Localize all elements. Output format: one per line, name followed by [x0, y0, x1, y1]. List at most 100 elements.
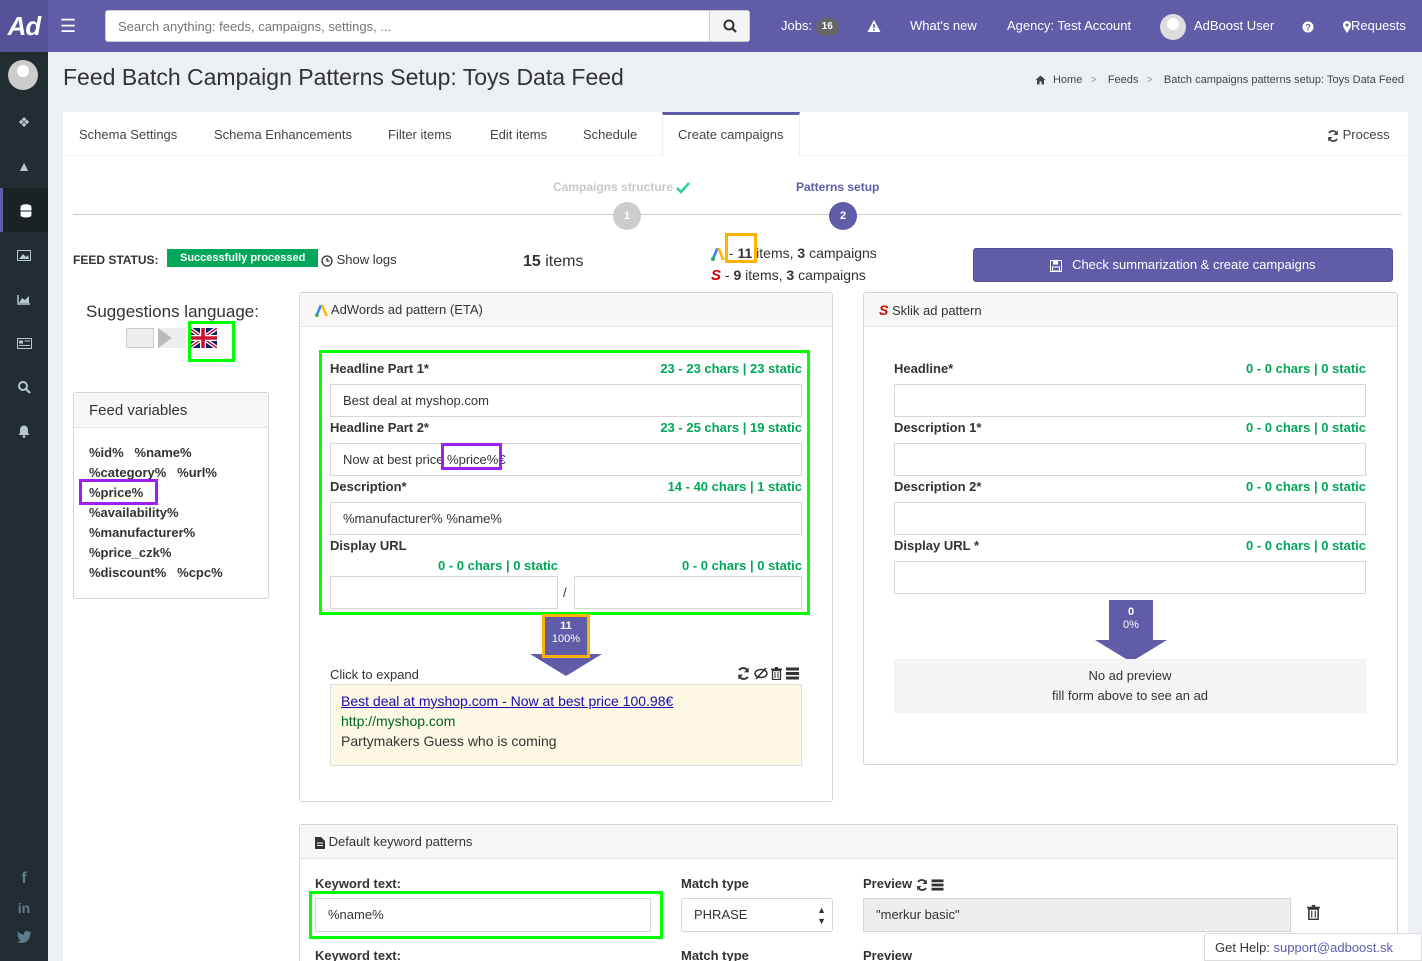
- keyword-preview-label-2: Preview: [863, 948, 913, 961]
- bell-icon[interactable]: [0, 408, 48, 452]
- requests-link[interactable]: Requests: [1343, 0, 1406, 52]
- eye-slash-icon[interactable]: [753, 667, 768, 680]
- sklik-panel-title: Sklik ad pattern: [891, 303, 982, 318]
- sklik-desc1-input[interactable]: [894, 443, 1366, 476]
- sklik-desc2-counter: 0 - 0 chars | 0 static: [1246, 479, 1366, 494]
- items-total-word: items: [545, 253, 584, 270]
- feed-variables-list: %id% %name% %category% %url% %price% %av…: [74, 428, 268, 598]
- cubes-icon[interactable]: ❖: [0, 100, 48, 144]
- match-type-label: Match type: [681, 876, 749, 891]
- tab-create-campaigns[interactable]: Create campaigns: [662, 112, 800, 156]
- sklik-match-count: 0: [1127, 606, 1135, 618]
- step-1-circle[interactable]: 1: [613, 202, 641, 230]
- variable-id[interactable]: %id%: [89, 445, 124, 460]
- server-icon[interactable]: [931, 879, 944, 891]
- variable-category[interactable]: %category%: [89, 465, 166, 480]
- chart-icon[interactable]: [0, 276, 48, 320]
- help-icon[interactable]: ?: [1302, 0, 1314, 52]
- image-icon[interactable]: [0, 232, 48, 276]
- step-1-label[interactable]: Campaigns structure: [553, 180, 691, 194]
- variable-price-czk[interactable]: %price_czk%: [89, 545, 171, 560]
- click-to-expand[interactable]: Click to expand: [330, 667, 419, 682]
- whats-new-link[interactable]: What's new: [910, 0, 977, 52]
- database-icon[interactable]: [0, 188, 48, 232]
- search-input[interactable]: [106, 11, 706, 41]
- support-email-link[interactable]: support@adboost.sk: [1274, 940, 1393, 955]
- flag-sk-icon[interactable]: [126, 328, 154, 348]
- tab-edit-items[interactable]: Edit items: [475, 112, 562, 156]
- variable-name[interactable]: %name%: [135, 445, 192, 460]
- sklik-headline-label: Headline*: [894, 361, 954, 376]
- sklik-desc1-counter: 0 - 0 chars | 0 static: [1246, 420, 1366, 435]
- search-icon: [723, 19, 737, 33]
- get-help-widget[interactable]: Get Help: support@adboost.sk: [1204, 933, 1422, 961]
- trash-icon[interactable]: [771, 667, 783, 681]
- refresh-icon[interactable]: [737, 667, 750, 680]
- trash-icon: [1307, 905, 1320, 921]
- keyword-text-label: Keyword text:: [315, 876, 401, 891]
- menu-toggle-icon[interactable]: ☰: [60, 16, 78, 36]
- map-marker-icon: [1343, 20, 1351, 33]
- server-icon[interactable]: [785, 667, 799, 680]
- highlight-uk-flag: [188, 321, 235, 362]
- variable-cpc[interactable]: %cpc%: [177, 565, 223, 580]
- search-button[interactable]: [709, 11, 749, 41]
- refresh-icon[interactable]: [916, 878, 928, 891]
- process-button[interactable]: Process: [1312, 112, 1405, 156]
- sklik-desc2-input[interactable]: [894, 502, 1366, 535]
- feed-variables-title: Feed variables: [74, 393, 268, 428]
- keyword-panel-title: Default keyword patterns: [328, 834, 473, 849]
- step-2-label[interactable]: Patterns setup: [796, 180, 879, 194]
- breadcrumb: Home > Feeds > Batch campaigns patterns se…: [1035, 74, 1408, 86]
- create-campaigns-button[interactable]: Check summarization & create campaigns: [973, 248, 1393, 282]
- suggestions-language-label: Suggestions language:: [86, 302, 259, 321]
- jobs-label: Jobs:: [781, 18, 813, 33]
- keyword-panel-header: Default keyword patterns: [300, 825, 1397, 859]
- app-logo[interactable]: Ad: [0, 0, 48, 52]
- tab-schema-settings[interactable]: Schema Settings: [64, 112, 192, 156]
- search-icon[interactable]: [0, 364, 48, 408]
- requests-label: Requests: [1351, 18, 1406, 33]
- items-total: 15 items: [523, 253, 583, 271]
- tab-bar: Schema Settings Schema Enhancements Filt…: [63, 112, 1408, 156]
- bullhorn-icon[interactable]: ▲: [0, 144, 48, 188]
- main-content: Campaigns structure Patterns setup 1 2 F…: [63, 156, 1408, 961]
- variable-availability[interactable]: %availability%: [89, 505, 179, 520]
- tab-schedule[interactable]: Schedule: [568, 112, 652, 156]
- highlight-price-variable: [79, 479, 158, 505]
- sklik-display-url-counter: 0 - 0 chars | 0 static: [1246, 538, 1366, 553]
- newspaper-icon[interactable]: [0, 320, 48, 364]
- variable-url[interactable]: %url%: [177, 465, 217, 480]
- sklik-desc1-label: Description 1*: [894, 420, 982, 435]
- user-menu[interactable]: AdBoost User: [1160, 0, 1274, 52]
- sklik-headline-input[interactable]: [894, 384, 1366, 417]
- variable-manufacturer[interactable]: %manufacturer%: [89, 525, 195, 540]
- create-campaigns-label: Check summarization & create campaigns: [1072, 257, 1316, 272]
- refresh-icon: [1328, 129, 1338, 142]
- tab-schema-enhancements[interactable]: Schema Enhancements: [199, 112, 367, 156]
- show-logs-link[interactable]: Show logs: [321, 252, 397, 267]
- match-type-select[interactable]: PHRASE ▲ ▼: [681, 898, 833, 932]
- breadcrumb-feeds[interactable]: Feeds: [1108, 74, 1139, 86]
- preview-headline-link[interactable]: Best deal at myshop.com - Now at best pr…: [341, 693, 673, 709]
- sidebar: ❖ ▲ f in: [0, 52, 48, 961]
- variable-discount[interactable]: %discount%: [89, 565, 166, 580]
- agency-link[interactable]: Agency: Test Account: [1007, 0, 1131, 52]
- flag-cz-icon[interactable]: [157, 328, 186, 348]
- items-total-count: 15: [523, 253, 541, 270]
- jobs-link[interactable]: Jobs: 16: [781, 0, 839, 52]
- twitter-icon[interactable]: [0, 914, 48, 958]
- sidebar-user-avatar[interactable]: [8, 60, 38, 90]
- breadcrumb-home[interactable]: Home: [1053, 74, 1082, 86]
- keyword-preview-label: Preview: [863, 876, 944, 891]
- sklik-display-url-input[interactable]: [894, 561, 1366, 594]
- save-icon: [1050, 259, 1063, 272]
- delete-keyword-button[interactable]: [1307, 904, 1320, 921]
- home-icon: [1035, 75, 1046, 85]
- alert-icon[interactable]: [867, 0, 881, 52]
- sklik-panel-header: S Sklik ad pattern: [864, 293, 1397, 327]
- svg-text:?: ?: [1305, 22, 1311, 32]
- adwords-panel-header: AdWords ad pattern (ETA): [300, 293, 832, 327]
- tab-filter-items[interactable]: Filter items: [373, 112, 467, 156]
- step-2-circle[interactable]: 2: [829, 202, 857, 230]
